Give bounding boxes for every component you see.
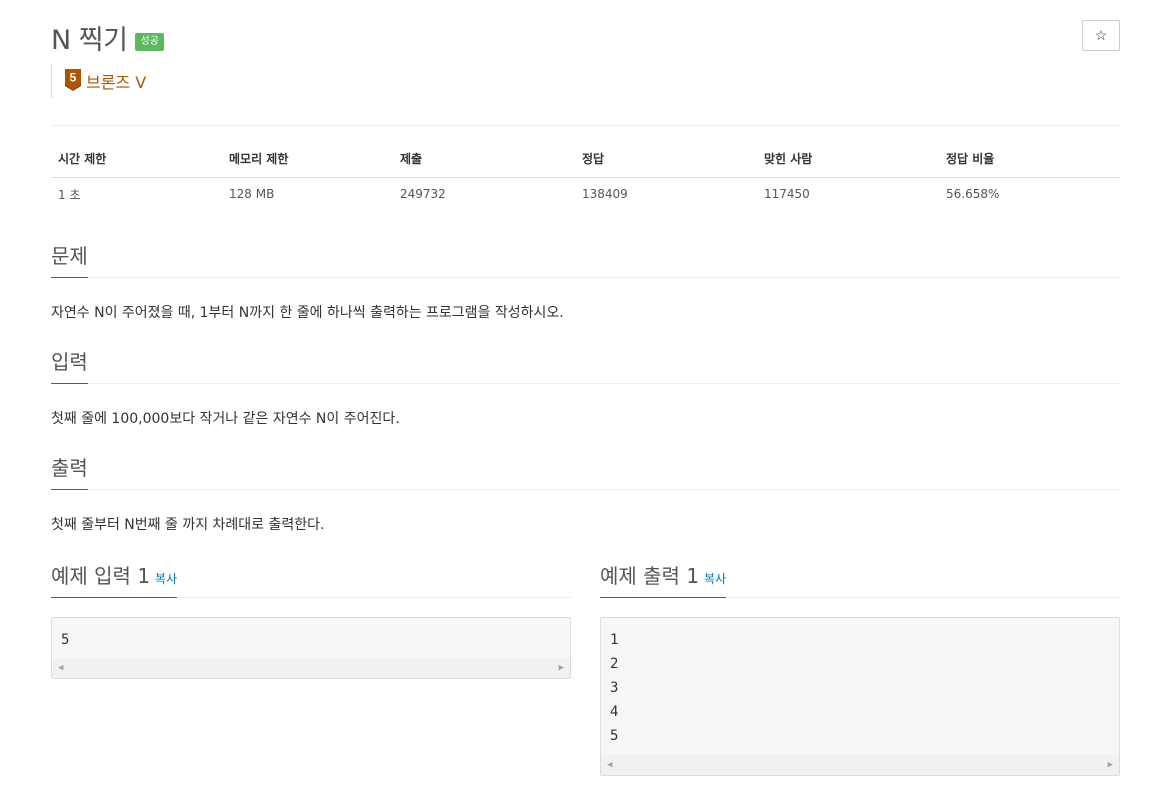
- tier-number: 5: [70, 71, 77, 85]
- description-text: 자연수 N이 주어졌을 때, 1부터 N까지 한 줄에 하나씩 출력하는 프로그…: [51, 305, 564, 321]
- table-header-row: 시간 제한 메모리 제한 제출 정답 맞힌 사람 정답 비율: [51, 148, 1120, 178]
- problem-header: N 찍기 성공: [51, 18, 164, 57]
- sample-input-line: 5: [61, 632, 70, 648]
- sample-output-title: 예제 출력 1: [600, 564, 700, 588]
- table-row: 1 초 128 MB 249732 138409 117450 56.658%: [51, 177, 1120, 211]
- divider: [51, 125, 1120, 126]
- scroll-left-arrow-icon[interactable]: ◀: [607, 760, 612, 770]
- scroll-left-arrow-icon[interactable]: ◀: [58, 663, 63, 673]
- sample-output-header: 예제 출력 1 복사: [600, 560, 1120, 598]
- header-submissions: 제출: [393, 148, 575, 178]
- header-time-limit: 시간 제한: [51, 148, 222, 178]
- divider: [51, 383, 1120, 384]
- output-title: 출력: [51, 452, 88, 490]
- scroll-right-arrow-icon[interactable]: ▶: [559, 663, 564, 673]
- output-text: 첫째 줄부터 N번째 줄 까지 차례대로 출력한다.: [51, 517, 325, 533]
- sample-output-line: 1: [610, 632, 619, 648]
- sample-output-line: 2: [610, 656, 619, 672]
- solved-users-value[interactable]: 117450: [757, 177, 939, 211]
- tier-label[interactable]: 브론즈 V: [86, 69, 146, 93]
- problem-info-table: 시간 제한 메모리 제한 제출 정답 맞힌 사람 정답 비율 1 초 128 M…: [51, 148, 1120, 211]
- submissions-value[interactable]: 249732: [393, 177, 575, 211]
- sample-output-heading: 예제 출력 1 복사: [600, 560, 727, 598]
- sample-input-box[interactable]: 5 ◀ ▶: [51, 617, 571, 679]
- divider: [51, 277, 1120, 278]
- header-accepted: 정답: [575, 148, 757, 178]
- input-section-header: 입력: [51, 346, 1120, 384]
- time-limit-value: 1 초: [58, 187, 81, 202]
- accept-ratio-value: 56.658%: [946, 187, 1000, 202]
- bookmark-star-button[interactable]: ☆: [1082, 20, 1120, 51]
- description-section-header: 문제: [51, 240, 1120, 278]
- tier-display: 5 브론즈 V: [51, 64, 146, 98]
- header-accept-ratio: 정답 비율: [939, 148, 1120, 178]
- input-text: 첫째 줄에 100,000보다 작거나 같은 자연수 N이 주어진다.: [51, 411, 400, 427]
- status-badge: 성공: [135, 32, 164, 51]
- sample-input-title: 예제 입력 1: [51, 564, 151, 588]
- sample-input-heading: 예제 입력 1 복사: [51, 560, 178, 598]
- sample-output-line: 3: [610, 680, 619, 696]
- horizontal-scrollbar[interactable]: ◀ ▶: [601, 755, 1119, 775]
- memory-limit-value: 128 MB: [229, 187, 275, 202]
- sample-input-header: 예제 입력 1 복사: [51, 560, 571, 598]
- problem-title: N 찍기: [51, 25, 128, 56]
- input-title: 입력: [51, 346, 88, 384]
- scroll-right-arrow-icon[interactable]: ▶: [1108, 760, 1113, 770]
- header-memory-limit: 메모리 제한: [222, 148, 393, 178]
- divider: [51, 489, 1120, 490]
- horizontal-scrollbar[interactable]: ◀ ▶: [52, 658, 570, 678]
- output-section-header: 출력: [51, 452, 1120, 490]
- sample-output-box[interactable]: 1 2 3 4 5 ◀ ▶: [600, 617, 1120, 776]
- description-title: 문제: [51, 240, 88, 278]
- star-icon: ☆: [1094, 27, 1108, 43]
- copy-sample-output-button[interactable]: 복사: [704, 572, 726, 586]
- bronze-tier-icon: 5: [65, 69, 81, 91]
- sample-output-line: 5: [610, 728, 619, 744]
- header-solved-users: 맞힌 사람: [757, 148, 939, 178]
- sample-output-line: 4: [610, 704, 619, 720]
- copy-sample-input-button[interactable]: 복사: [155, 572, 177, 586]
- accepted-value[interactable]: 138409: [575, 177, 757, 211]
